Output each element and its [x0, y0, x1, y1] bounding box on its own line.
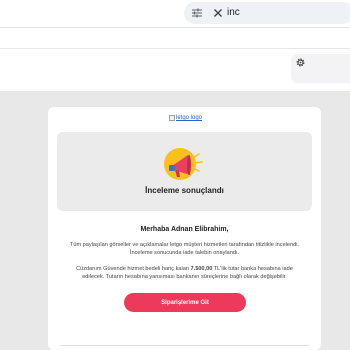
tune-icon[interactable]: [191, 7, 203, 19]
review-paragraph: Tüm paylaşılan görseller ve açıklamalar …: [69, 242, 300, 256]
toolbar-row: [0, 28, 350, 48]
top-bar: inc: [0, 0, 350, 27]
megaphone-icon: [164, 148, 203, 180]
search-input[interactable]: inc: [227, 6, 240, 20]
email-card: letgo logo İnceleme sonuçlandı Merhaba A…: [48, 107, 321, 350]
greeting: Merhaba Adnan Elibrahim,: [140, 226, 229, 233]
go-to-orders-button[interactable]: Siparişlerime Git: [124, 293, 246, 312]
settings-button[interactable]: [291, 54, 350, 83]
refund-amount: 7.500,00: [190, 266, 213, 272]
logo-image: letgo logo: [169, 114, 202, 122]
hero-title: İnceleme sonuçlandı: [145, 186, 224, 195]
divider: [60, 345, 309, 346]
hero-banner: İnceleme sonuçlandı: [57, 132, 312, 211]
gear-icon: [296, 58, 305, 67]
search-box[interactable]: inc: [184, 2, 350, 24]
close-icon[interactable]: [211, 6, 225, 20]
broken-image-icon: [169, 115, 175, 121]
refund-text-start: Cüzdanım Güvende hizmet bedeli hariç kal…: [76, 266, 191, 272]
logo-alt-text: letgo logo: [176, 115, 203, 121]
refund-paragraph: Cüzdanım Güvende hizmet bedeli hariç kal…: [66, 265, 303, 281]
